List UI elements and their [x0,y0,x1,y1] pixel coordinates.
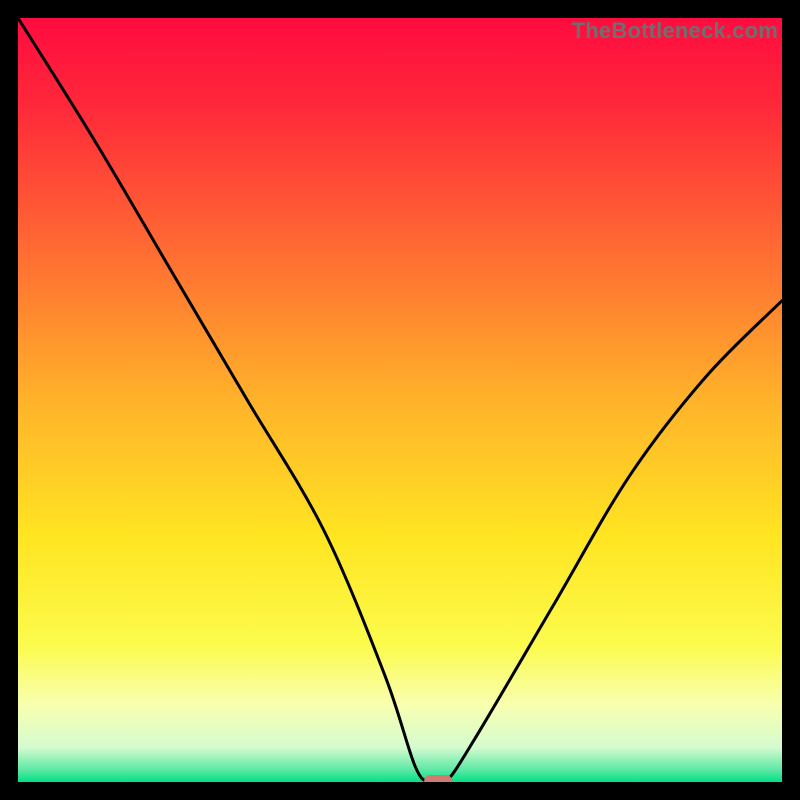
chart-frame: TheBottleneck.com [18,18,782,782]
bottleneck-chart [18,18,782,782]
minimum-marker [424,775,452,782]
gradient-background [18,18,782,782]
watermark-label: TheBottleneck.com [572,18,778,44]
